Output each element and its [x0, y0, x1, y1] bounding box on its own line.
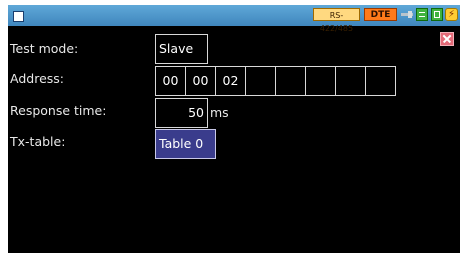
close-button[interactable]: [440, 32, 454, 46]
address-label: Address:: [10, 71, 64, 86]
address-cell-3[interactable]: 02: [215, 66, 246, 96]
test-mode-field[interactable]: Slave: [155, 34, 208, 64]
power-icon: ⚡: [445, 8, 458, 21]
tx-table-field[interactable]: Table 0: [155, 129, 216, 159]
test-mode-label: Test mode:: [10, 41, 79, 56]
address-cell-4[interactable]: [245, 66, 276, 96]
response-time-unit: ms: [210, 105, 229, 120]
address-cell-6[interactable]: [305, 66, 336, 96]
status-bar: RS-422/485 DTE ⚡: [8, 5, 460, 33]
response-time-label: Response time:: [10, 103, 107, 118]
response-time-field[interactable]: 50: [155, 98, 208, 128]
dte-badge: DTE: [364, 8, 397, 21]
address-cell-5[interactable]: [275, 66, 306, 96]
plug-icon: [400, 8, 414, 21]
address-cell-1[interactable]: 00: [155, 66, 186, 96]
transfer-icon: [416, 8, 428, 21]
window-icon: [13, 11, 24, 22]
address-cell-7[interactable]: [335, 66, 366, 96]
save-icon: [431, 8, 443, 21]
device-screen: RS-422/485 DTE ⚡ Test mode: Slave Addres…: [8, 5, 460, 253]
tx-table-label: Tx-table:: [10, 134, 66, 149]
address-cell-8[interactable]: [365, 66, 396, 96]
address-cell-2[interactable]: 00: [185, 66, 216, 96]
interface-badge: RS-422/485: [313, 8, 360, 33]
